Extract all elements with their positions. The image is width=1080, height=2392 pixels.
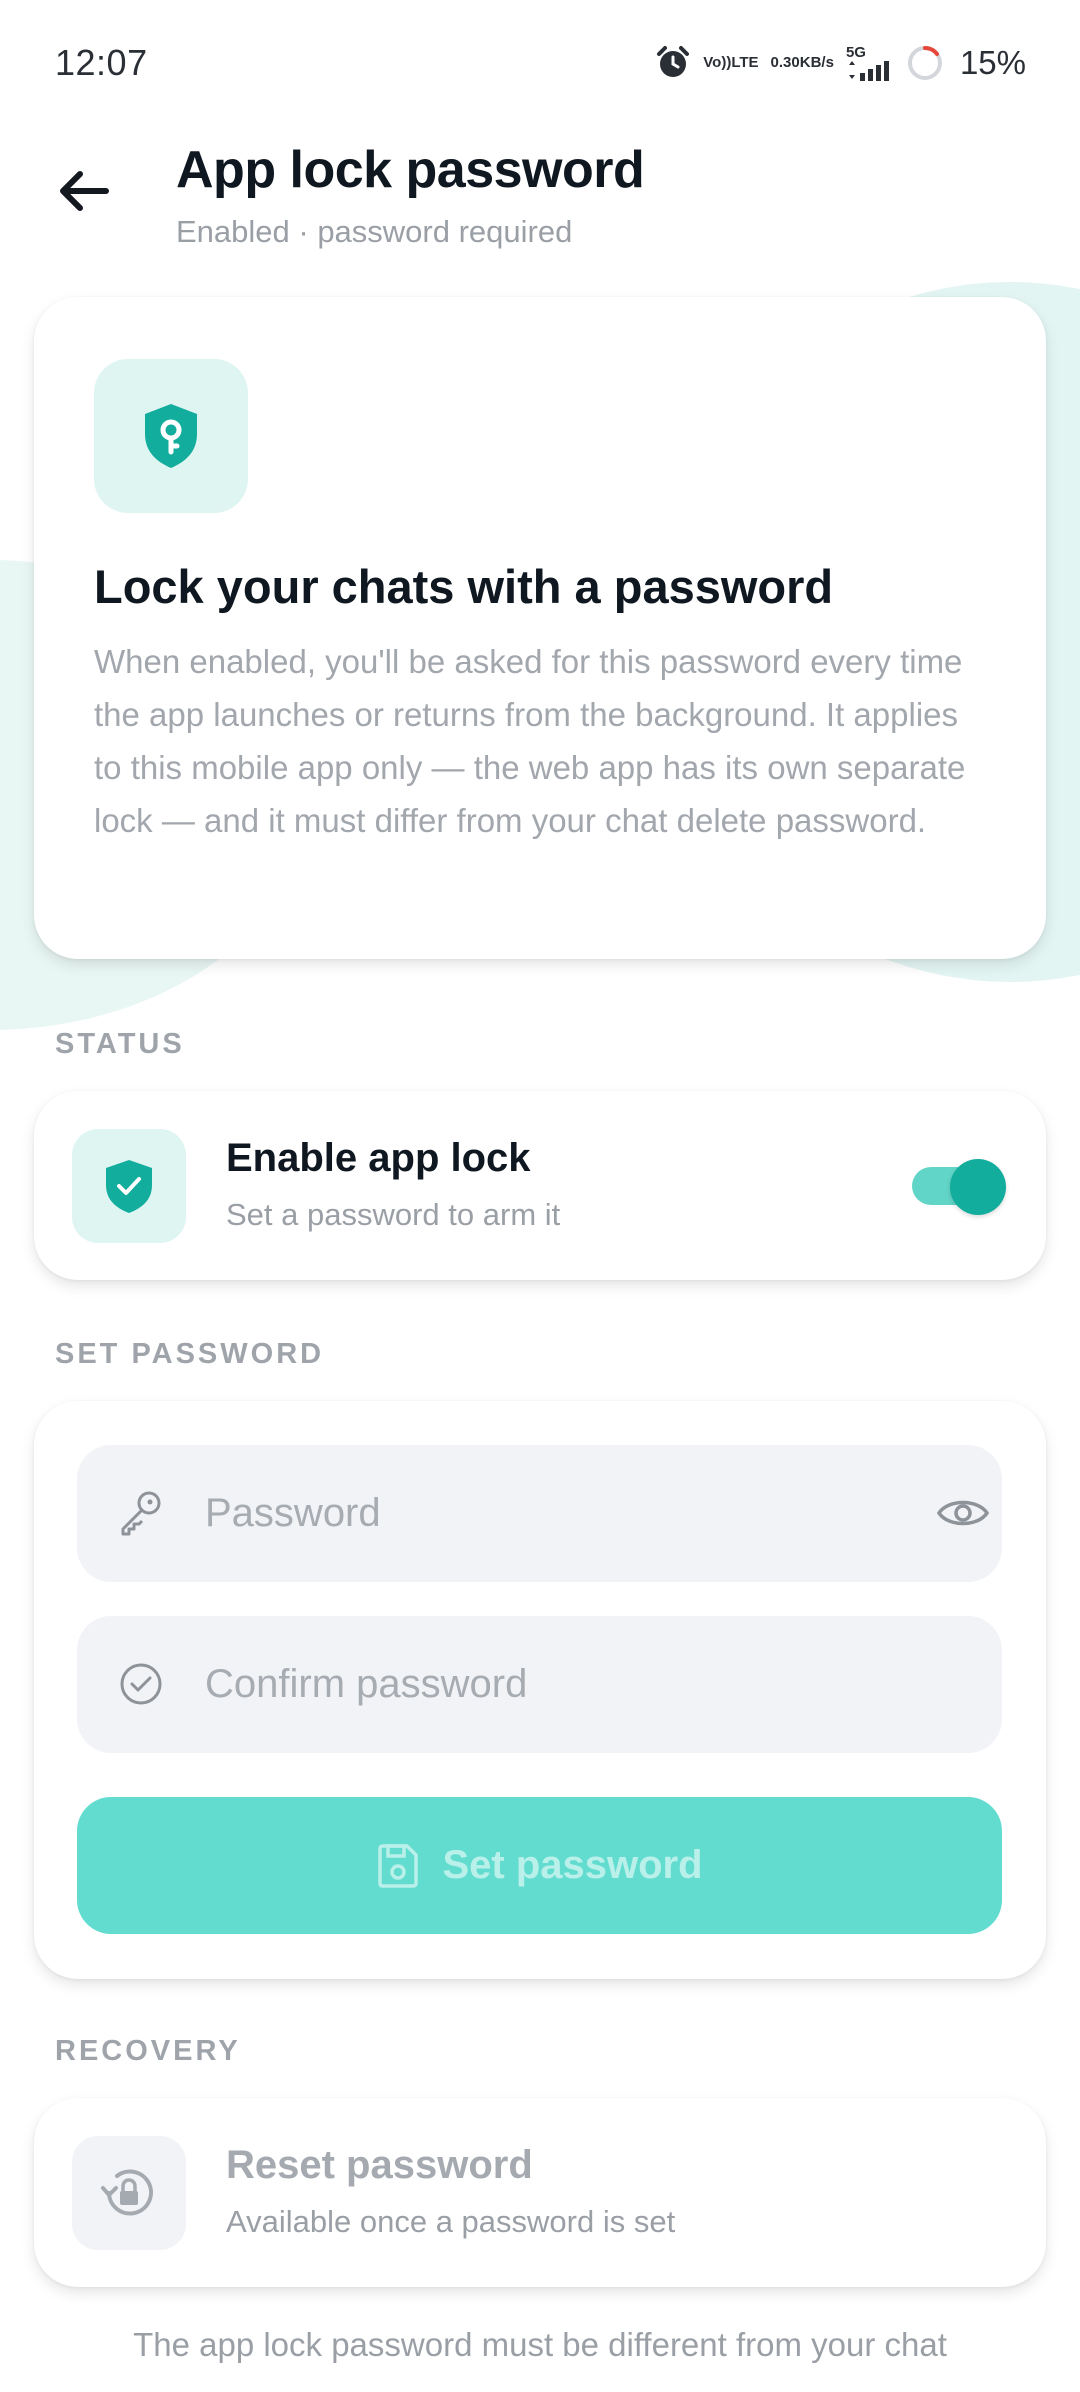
page-title: App lock password xyxy=(176,141,645,199)
set-password-button[interactable]: Set password xyxy=(77,1797,1002,1934)
password-input[interactable] xyxy=(205,1445,905,1582)
save-icon xyxy=(376,1843,420,1889)
set-password-button-label: Set password xyxy=(442,1843,703,1887)
hero-description: When enabled, you'll be asked for this p… xyxy=(94,643,966,839)
hero-icon-container xyxy=(94,359,248,513)
network-type: 5G xyxy=(845,44,866,61)
check-circle-icon xyxy=(113,1656,169,1712)
app-lock-toggle[interactable] xyxy=(912,1159,1006,1215)
set-password-section-label: SET PASSWORD xyxy=(55,1338,325,1370)
arrow-left-icon xyxy=(60,171,109,211)
reset-password-row[interactable]: Reset password Available once a password… xyxy=(34,2098,1046,2287)
page-subtitle: Enabled · password required xyxy=(176,214,573,249)
battery-level: 15% xyxy=(959,44,1026,81)
confirm-password-field[interactable] xyxy=(77,1616,1002,1753)
hero-title: Lock your chats with a password xyxy=(94,560,834,613)
battery-icon xyxy=(906,44,944,82)
volte-bottom: LTE xyxy=(731,54,759,71)
shield-check-icon xyxy=(106,1160,152,1213)
enable-app-lock-title: Enable app lock xyxy=(226,1136,531,1180)
speed-value: 0.30 xyxy=(770,54,800,71)
speed-unit: KB/s xyxy=(799,54,834,71)
toggle-knob xyxy=(950,1159,1006,1215)
eye-icon[interactable] xyxy=(933,1485,993,1541)
recovery-section-label: RECOVERY xyxy=(55,2035,241,2067)
set-password-card: Set password xyxy=(34,1401,1046,1979)
recovery-icon-container xyxy=(72,2136,186,2250)
password-field[interactable] xyxy=(77,1445,1002,1582)
key-icon xyxy=(113,1485,169,1541)
enable-app-lock-row[interactable]: Enable app lock Set a password to arm it xyxy=(34,1091,1046,1280)
status-bar: 12:07 Vo)) LTE 0.30 KB/s 5G 15% xyxy=(0,0,1080,128)
volte-indicator: Vo)) LTE xyxy=(703,55,758,71)
app-lock-screen: 12:07 Vo)) LTE 0.30 KB/s 5G 15% App lock… xyxy=(0,0,1080,2392)
reset-password-subtitle: Available once a password is set xyxy=(226,2204,676,2239)
signal-icon: 5G xyxy=(846,45,894,81)
status-icon-container xyxy=(72,1129,186,1243)
enable-app-lock-subtitle: Set a password to arm it xyxy=(226,1197,561,1232)
volte-top: Vo)) xyxy=(703,54,732,71)
status-section-label: STATUS xyxy=(55,1028,185,1060)
lock-reset-icon xyxy=(101,2169,153,2216)
status-time: 12:07 xyxy=(55,42,148,83)
reset-password-title: Reset password xyxy=(226,2143,533,2187)
back-button[interactable] xyxy=(58,166,118,216)
shield-key-icon xyxy=(145,404,197,468)
alarm-icon xyxy=(655,45,691,81)
footer-note: The app lock password must be different … xyxy=(133,2326,947,2363)
info-card: Lock your chats with a password When ena… xyxy=(34,297,1046,959)
status-icons: Vo)) LTE 0.30 KB/s 5G 15% xyxy=(655,40,1026,86)
confirm-password-input[interactable] xyxy=(205,1616,905,1753)
network-speed: 0.30 KB/s xyxy=(771,55,834,71)
